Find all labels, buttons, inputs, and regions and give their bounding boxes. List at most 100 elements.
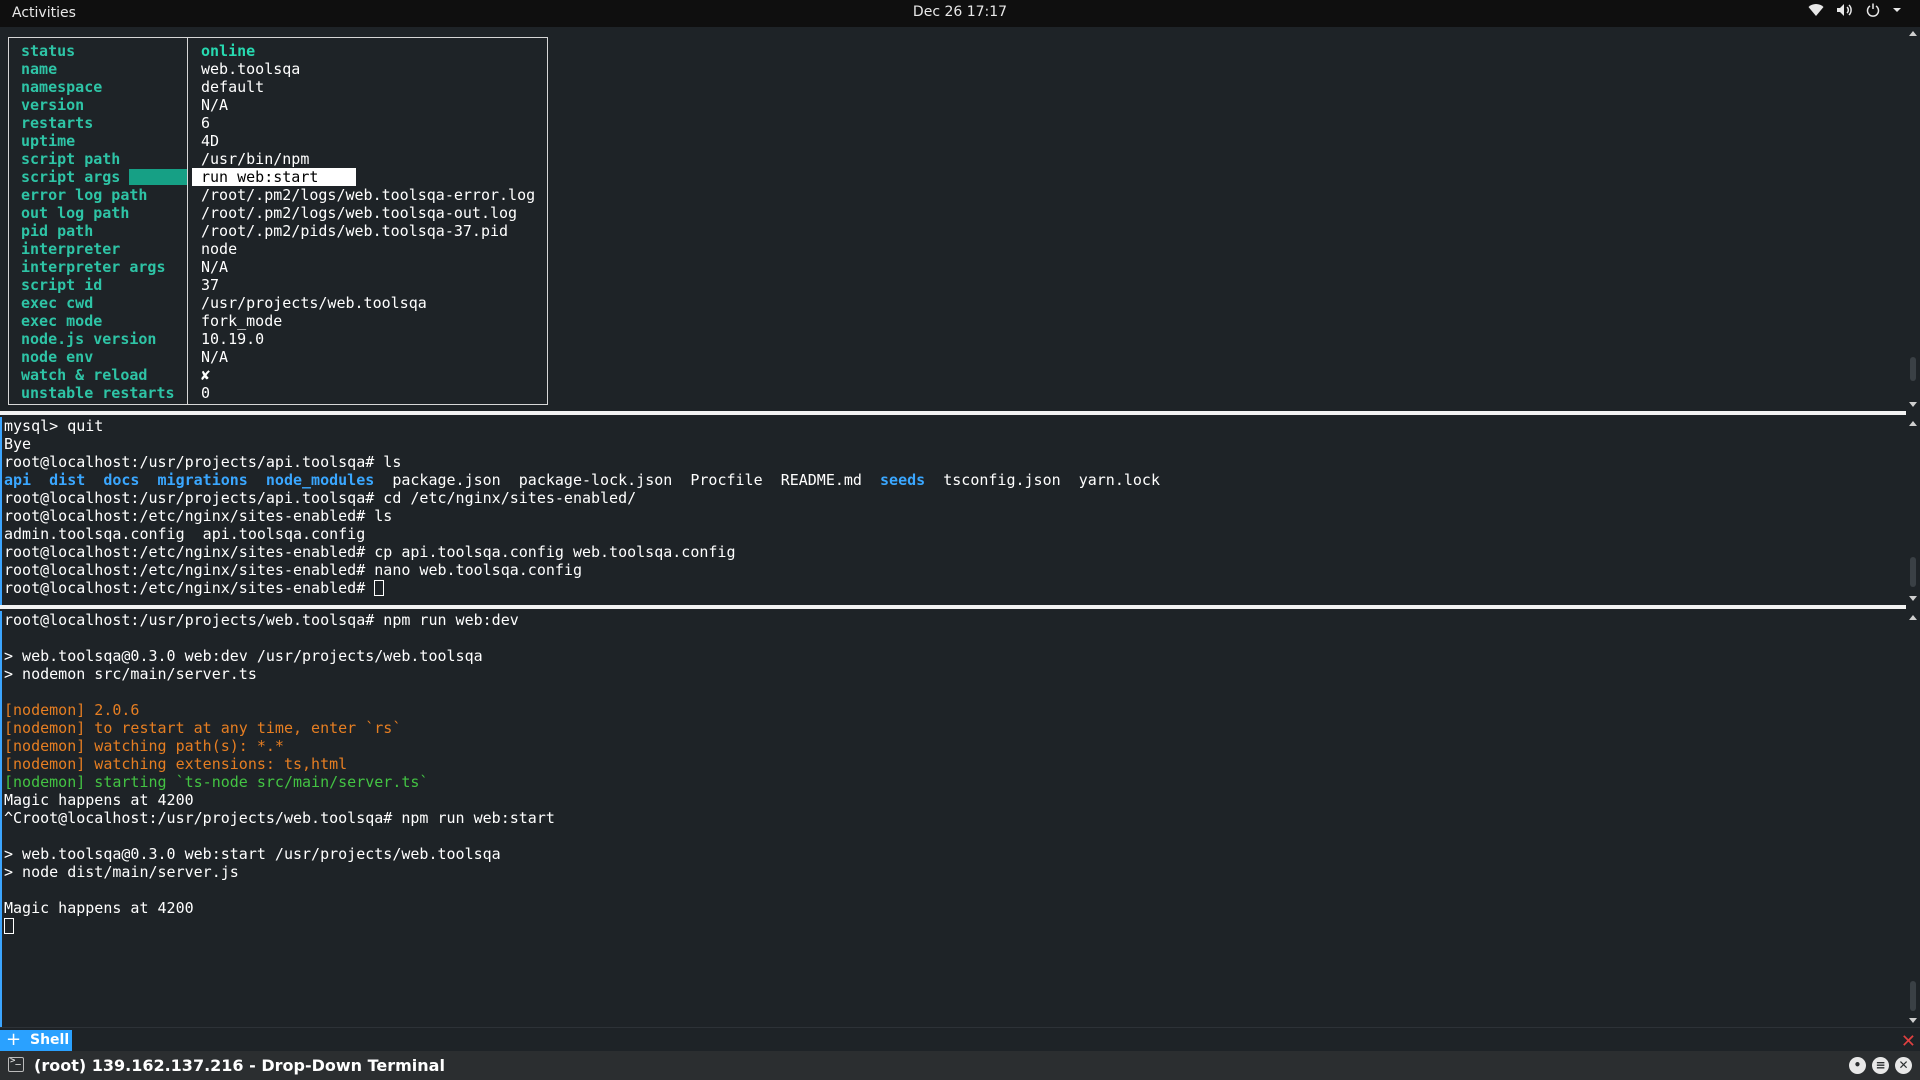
close-icon[interactable]: ✕	[1901, 1031, 1916, 1052]
ls-file: package.json	[392, 471, 501, 489]
pane3-scrollbar[interactable]	[1906, 611, 1920, 1027]
pm2-value: web.toolsqa	[201, 60, 301, 78]
pm2-row: node.js version 10.19.0	[9, 330, 549, 348]
activities-button[interactable]: Activities	[12, 5, 76, 21]
terminal-line: > node dist/main/server.js	[4, 863, 239, 881]
terminal-line: admin.toolsqa.config api.toolsqa.config	[4, 525, 366, 543]
scroll-down-icon[interactable]	[1909, 402, 1917, 407]
scroll-down-icon[interactable]	[1909, 596, 1917, 601]
pm2-row: unstable restarts 0	[9, 384, 549, 402]
terminal-prompt-line[interactable]: root@localhost:/etc/nginx/sites-enabled#	[4, 579, 385, 597]
power-icon[interactable]	[1866, 3, 1880, 17]
scroll-up-icon[interactable]	[1909, 421, 1917, 426]
pm2-value: 4D	[201, 132, 220, 150]
tab-shell[interactable]: + Shell	[0, 1029, 72, 1051]
clock[interactable]: Dec 26 17:17	[913, 4, 1007, 20]
pm2-value: /root/.pm2/logs/web.toolsqa-error.log	[201, 186, 536, 204]
pm2-value: /root/.pm2/logs/web.toolsqa-out.log	[201, 204, 518, 222]
terminal-line: root@localhost:/etc/nginx/sites-enabled#…	[4, 507, 393, 525]
terminal-pane-shell[interactable]: mysql> quit Bye root@localhost:/usr/proj…	[0, 417, 1906, 605]
chevron-down-icon[interactable]	[1892, 3, 1902, 17]
nodemon-line: [nodemon] watching path(s): *.*	[4, 737, 284, 755]
menu-icon[interactable]: ≡	[1872, 1057, 1889, 1074]
pm2-row: namespace default	[9, 78, 549, 96]
scroll-up-icon[interactable]	[1909, 31, 1917, 36]
pm2-row: out log path/root/.pm2/logs/web.toolsqa-…	[9, 204, 549, 222]
system-tray[interactable]	[1808, 3, 1902, 17]
pm2-row: version N/A	[9, 96, 549, 114]
pm2-row: uptime 4D	[9, 132, 549, 150]
nodemon-line: [nodemon] 2.0.6	[4, 701, 140, 719]
scroll-up-icon[interactable]	[1909, 615, 1917, 620]
pm2-key: watch & reload	[21, 366, 148, 384]
pm2-key: script args	[21, 168, 121, 186]
window-controls: • ≡ ✕	[1849, 1057, 1912, 1074]
pane-splitter[interactable]	[0, 411, 1906, 415]
pm2-key: pid path	[21, 222, 94, 240]
settings-icon[interactable]: •	[1849, 1057, 1866, 1074]
pm2-key: script path	[21, 150, 121, 168]
pm2-value: N/A	[201, 258, 229, 276]
pm2-key: unstable restarts	[21, 384, 175, 402]
volume-icon[interactable]	[1836, 3, 1854, 17]
pm2-info-table: status online name web.toolsqa namespace defa…	[8, 37, 548, 405]
tab-label: Shell	[30, 1032, 70, 1048]
scroll-thumb[interactable]	[1910, 981, 1916, 1011]
pm2-key: name	[21, 60, 58, 78]
terminal-line: > web.toolsqa@0.3.0 web:start /usr/proje…	[4, 845, 501, 863]
scroll-thumb[interactable]	[1910, 557, 1916, 587]
pm2-value: 6	[201, 114, 211, 132]
pane2-scrollbar[interactable]	[1906, 417, 1920, 605]
pm2-key: node.js version	[21, 330, 157, 348]
ls-file: tsconfig.json	[943, 471, 1061, 489]
terminal-line: mysql> quit	[4, 417, 104, 435]
pm2-row: interpreter node	[9, 240, 549, 258]
terminal-pane-npm[interactable]: root@localhost:/usr/projects/web.toolsqa…	[0, 611, 1906, 1027]
terminal-line: Magic happens at 4200	[4, 791, 194, 809]
pm2-key: exec cwd	[21, 294, 94, 312]
terminal-icon	[8, 1056, 24, 1072]
pm2-row: watch & reload ✘	[9, 366, 549, 384]
pm2-row: script id 37	[9, 276, 549, 294]
terminal-line: > web.toolsqa@0.3.0 web:dev /usr/project…	[4, 647, 483, 665]
pm2-value: ✘	[201, 366, 211, 384]
pm2-value: fork_mode	[201, 312, 283, 330]
scroll-thumb[interactable]	[1910, 357, 1916, 381]
terminal-line: root@localhost:/etc/nginx/sites-enabled#…	[4, 561, 582, 579]
pm2-value: 10.19.0	[201, 330, 265, 348]
close-icon[interactable]: ✕	[1895, 1057, 1912, 1074]
pm2-key: node env	[21, 348, 94, 366]
terminal-area[interactable]: status online name web.toolsqa namespace defa…	[0, 27, 1920, 1027]
pm2-value: /usr/bin/npm	[201, 150, 310, 168]
ls-file: README.md	[780, 471, 862, 489]
plus-icon[interactable]: +	[6, 1029, 21, 1050]
terminal-line: ^Croot@localhost:/usr/projects/web.tools…	[4, 809, 555, 827]
pm2-key: version	[21, 96, 85, 114]
cursor	[4, 918, 14, 934]
pm2-value-selected: run web:start	[192, 168, 356, 186]
scroll-down-icon[interactable]	[1909, 1018, 1917, 1023]
pm2-key: namespace	[21, 78, 103, 96]
key-highlight	[129, 169, 187, 185]
terminal-line: root@localhost:/usr/projects/api.toolsqa…	[4, 453, 402, 471]
pm2-value: /root/.pm2/pids/web.toolsqa-37.pid	[201, 222, 509, 240]
pm2-row: exec cwd/usr/projects/web.toolsqa	[9, 294, 549, 312]
pm2-key: error log path	[21, 186, 148, 204]
prompt: root@localhost:/etc/nginx/sites-enabled#	[4, 579, 375, 597]
terminal-cursor-line[interactable]	[4, 917, 14, 935]
terminal-line: root@localhost:/usr/projects/api.toolsqa…	[4, 489, 637, 507]
pane1-scrollbar[interactable]	[1906, 27, 1920, 411]
ls-file: Procfile	[690, 471, 763, 489]
pane-splitter[interactable]	[0, 605, 1906, 609]
ls-file: yarn.lock	[1078, 471, 1160, 489]
wifi-icon[interactable]	[1808, 3, 1824, 17]
pm2-value: online	[201, 42, 256, 60]
pm2-key: out log path	[21, 204, 130, 222]
ls-directory: dist	[49, 471, 86, 489]
pm2-row: name web.toolsqa	[9, 60, 549, 78]
pm2-value: /usr/projects/web.toolsqa	[201, 294, 427, 312]
pm2-row: status online	[9, 42, 549, 60]
terminal-pane-pm2[interactable]: status online name web.toolsqa namespace defa…	[0, 27, 1906, 411]
pm2-row: node env N/A	[9, 348, 549, 366]
pm2-row: error log path/root/.pm2/logs/web.toolsq…	[9, 186, 549, 204]
